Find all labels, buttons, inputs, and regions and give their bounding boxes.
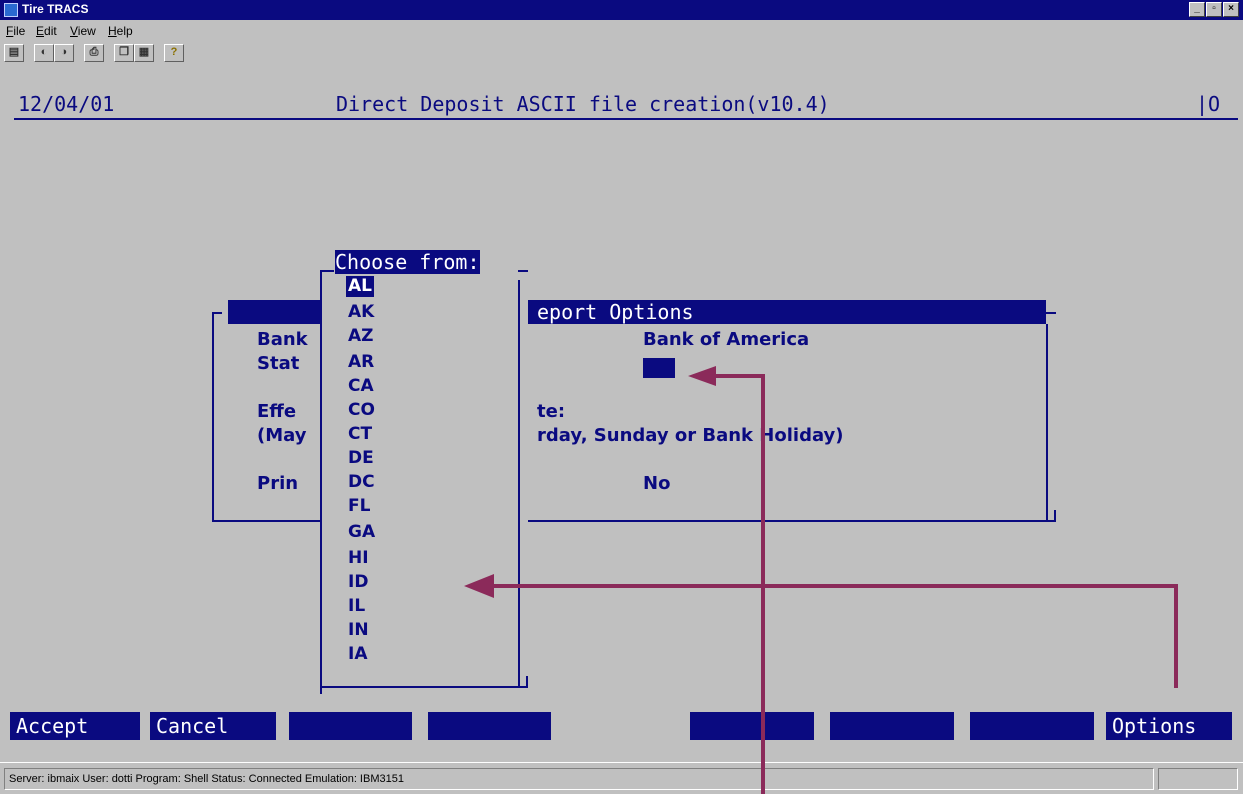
chooser-frame-tl (320, 270, 334, 272)
menu-edit[interactable]: Edit (36, 24, 57, 38)
report-options-title: eport Options (537, 300, 694, 324)
choice-ca[interactable]: CA (348, 376, 374, 397)
choice-id[interactable]: ID (348, 572, 368, 593)
chooser-frame-left (320, 270, 322, 694)
chooser-frame-tr (518, 270, 528, 272)
choice-co[interactable]: CO (348, 400, 375, 421)
print-icon[interactable]: ⎙ (84, 44, 104, 62)
choice-ar[interactable]: AR (348, 352, 374, 373)
chooser-frame-br (526, 676, 528, 688)
options-button[interactable]: Options (1106, 712, 1232, 740)
menu-view[interactable]: View (70, 24, 96, 38)
choice-in[interactable]: IN (348, 620, 369, 641)
status-bar: Server: ibmaix User: dotti Program: Shel… (0, 762, 1243, 794)
choice-al[interactable]: AL (346, 276, 374, 297)
choice-fl[interactable]: FL (348, 496, 370, 517)
title-bar: Tire TRACS _ ▫ × (0, 0, 1243, 20)
choice-ia[interactable]: IA (348, 644, 367, 665)
fkey-blank-3[interactable] (289, 712, 412, 740)
opts-frame-tr (1046, 312, 1056, 314)
choice-de[interactable]: DE (348, 448, 374, 469)
choice-ak[interactable]: AK (348, 302, 374, 323)
copy-icon[interactable]: ❐ (114, 44, 134, 62)
paste-icon[interactable]: ▦ (134, 44, 154, 62)
header-underline (14, 118, 1238, 120)
screen-indicator: |O (1196, 92, 1221, 116)
menu-bar: File Edit View Help (0, 20, 1243, 42)
screen-date: 12/04/01 (18, 92, 115, 116)
choice-az[interactable]: AZ (348, 326, 373, 347)
opts-frame-tl (212, 312, 222, 314)
minimize-button[interactable]: _ (1189, 2, 1205, 17)
bank-value: Bank of America (643, 329, 810, 350)
menu-file[interactable]: File (6, 24, 25, 38)
chooser-frame-bottom (320, 686, 528, 688)
toolbar: ▤ ◐ ◑ ⎙ ❐ ▦ ? (0, 42, 1243, 90)
connect-icon[interactable]: ◐ (34, 44, 54, 62)
opts-frame-right (1046, 324, 1048, 520)
state-label: Stat (257, 353, 300, 374)
chooser-frame-right (518, 280, 520, 686)
properties-icon[interactable]: ▤ (4, 44, 24, 62)
disconnect-icon[interactable]: ◑ (54, 44, 74, 62)
choice-dc[interactable]: DC (348, 472, 375, 493)
terminal-screen: 12/04/01 Direct Deposit ASCII file creat… (0, 90, 1243, 762)
bank-label: Bank (257, 329, 308, 350)
choice-ct[interactable]: CT (348, 424, 372, 445)
fkey-blank-6[interactable] (830, 712, 954, 740)
cancel-button[interactable]: Cancel (150, 712, 276, 740)
status-info: Server: ibmaix User: dotti Program: Shel… (4, 768, 1154, 790)
window-title: Tire TRACS (22, 2, 89, 16)
close-button[interactable]: × (1223, 2, 1239, 17)
menu-help[interactable]: Help (108, 24, 133, 38)
fkey-blank-5[interactable] (690, 712, 814, 740)
maximize-button[interactable]: ▫ (1206, 2, 1222, 17)
chooser-title: Choose from: (335, 250, 480, 274)
opts-frame-left (212, 312, 214, 522)
choice-il[interactable]: IL (348, 596, 365, 617)
status-extra-panel (1158, 768, 1238, 790)
opts-frame-br (1054, 510, 1056, 522)
accept-button[interactable]: Accept (10, 712, 140, 740)
help-icon[interactable]: ? (164, 44, 184, 62)
fkey-blank-7[interactable] (970, 712, 1094, 740)
effective-date-label: Effe (257, 401, 297, 422)
choice-ga[interactable]: GA (348, 522, 375, 543)
date-note-label: (May (257, 425, 307, 446)
print-label: Prin (257, 473, 299, 494)
effective-date-suffix: te: (537, 401, 566, 422)
fkey-blank-4[interactable] (428, 712, 551, 740)
state-input-field[interactable] (643, 358, 675, 378)
choice-hi[interactable]: HI (348, 548, 369, 569)
app-icon (4, 3, 18, 17)
screen-heading: Direct Deposit ASCII file creation(v10.4… (336, 92, 830, 116)
print-value: No (643, 473, 671, 494)
date-note-suffix: rday, Sunday or Bank Holiday) (537, 425, 844, 446)
